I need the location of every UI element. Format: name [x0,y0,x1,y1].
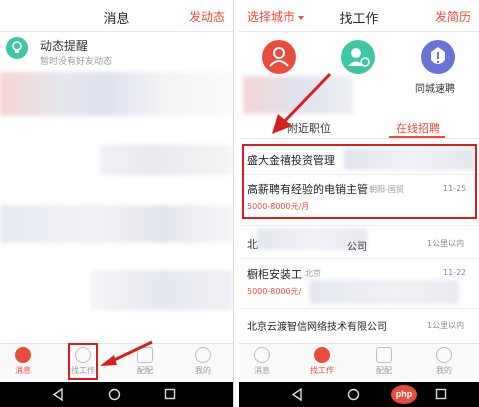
nav-label: 消息 [254,366,270,375]
company-suffix: 公司 [347,242,367,253]
back-icon[interactable] [291,388,303,401]
post-resume-button[interactable]: 发简历 [435,8,471,25]
nav-label: 配配 [376,366,392,375]
blurred-region [309,280,459,304]
pointer-arrow [272,72,332,134]
job-title[interactable]: 北京云渡智信网络技术有限公司 [247,318,387,333]
blurred-region [0,205,233,243]
bottom-nav: 消息 找工作 配配 我的 [239,343,479,381]
divider [239,258,479,259]
group-icon[interactable] [341,40,375,74]
job-distance: 1公里以内 [427,239,465,248]
blurred-region [90,270,233,310]
blurred-region [100,145,233,175]
job-distance: 1公里以内 [427,321,465,330]
nav-label: 我的 [195,366,211,375]
activity-notification-item[interactable]: 动态提醒 暂时没有好友动态 [0,33,233,73]
post-update-button[interactable]: 发动态 [189,8,225,25]
nav-label: 我的 [436,366,452,375]
highlight-box [68,343,98,380]
alert-icon[interactable] [421,40,455,74]
job-salary: 5000-8000元/ [247,287,302,296]
nav-item-messages[interactable]: 消息 [239,347,287,376]
watermark-logo: php [391,385,417,404]
person-icon [195,347,211,363]
pointer-arrow [100,340,153,366]
chat-icon [15,347,31,363]
nav-item-profile[interactable]: 我的 [178,347,228,376]
active-tab-indicator [389,136,445,138]
android-nav-bar: php [239,382,479,407]
home-icon[interactable] [347,388,360,401]
nav-label: 消息 [15,366,31,375]
nav-item-profile[interactable]: 我的 [419,347,469,376]
bulb-icon [6,37,28,59]
find-job-header: 选择城市 找工作 发简历 [239,0,479,32]
messages-header: 消息 发动态 [0,0,233,32]
nav-label: 找工作 [310,366,334,375]
job-date: 11-22 [443,268,467,277]
messages-screen: 消息 发动态 动态提醒 暂时没有好友动态 消息 找工作 配配 我的 [0,0,233,407]
recents-icon[interactable] [435,388,447,400]
highlight-box [242,144,477,219]
planet-icon [314,347,330,363]
notification-title: 动态提醒 [40,39,89,53]
nav-item-match[interactable]: 配配 [359,347,409,376]
home-icon[interactable] [108,388,121,401]
nav-item-find-job[interactable]: 找工作 [297,347,347,376]
nav-item-messages[interactable]: 消息 [0,347,48,376]
divider [239,308,479,309]
tab-online[interactable]: 在线招聘 [396,120,440,136]
chat-icon [254,347,270,363]
heart-card-icon [376,347,392,363]
divider [239,225,479,226]
blurred-region [0,72,233,116]
back-icon[interactable] [52,388,64,401]
recents-icon[interactable] [164,388,176,400]
job-title[interactable]: 橱柜安装工 [247,266,302,282]
notification-subtitle: 暂时没有好友动态 [40,57,113,67]
person-icon [436,347,452,363]
job-location: 北京 [305,269,321,278]
instant-hire-label: 同城速聘 [415,84,455,95]
android-nav-bar [0,382,233,407]
